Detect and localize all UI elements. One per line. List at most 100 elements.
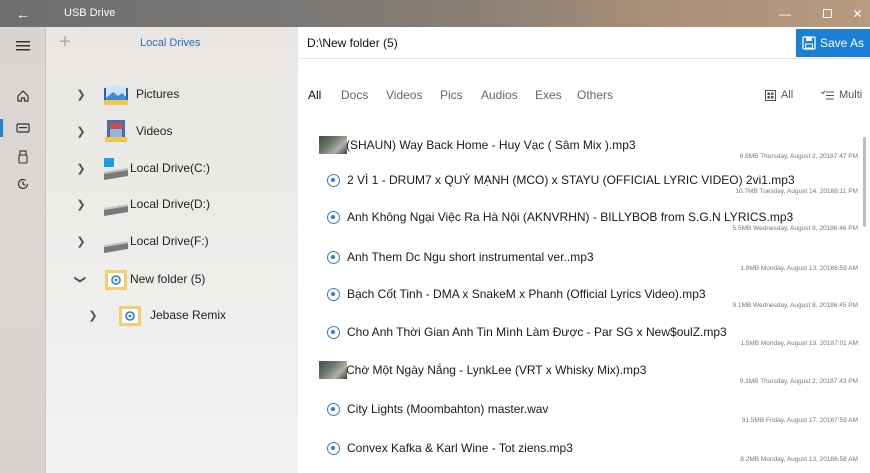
folder-icon (119, 306, 141, 326)
pictures-folder-icon (104, 86, 128, 105)
file-name: City Lights (Moombahton) master.wav (347, 402, 549, 416)
chevron-right-icon[interactable]: ❯ (86, 308, 100, 322)
file-list-pane: D:\New folder (5) Save As All Docs Video… (298, 27, 870, 473)
tree-item-label: Local Drive(D:) (130, 197, 211, 211)
current-path[interactable]: D:\New folder (5) (307, 27, 398, 59)
tree-item-jebase-remix[interactable]: ❯ Jebase Remix (46, 297, 298, 333)
select-all-toggle[interactable]: All (765, 83, 793, 107)
tree-item-label: Videos (136, 124, 173, 138)
hard-drive-icon (16, 123, 30, 133)
chevron-right-icon[interactable]: ❯ (74, 124, 88, 138)
drive-icon (104, 204, 128, 216)
file-meta: 9.6MB Thursday, August 2, 20187:47 PM (739, 153, 858, 160)
tree-item-pictures[interactable]: ❯ Pictures (46, 76, 298, 112)
audio-file-icon (327, 251, 340, 264)
tree-item-new-folder-5[interactable]: ❯ New folder (5) (46, 261, 298, 297)
file-meta: 10.7MB Tuesday, August 14, 20188:11 PM (735, 188, 858, 195)
chevron-right-icon[interactable]: ❯ (74, 161, 88, 175)
audio-file-icon (327, 174, 340, 187)
list-item[interactable]: Cho Anh Thời Gian Anh Tin Mình Làm Được … (298, 318, 870, 354)
home-icon (17, 90, 29, 102)
tree-item-drive-d[interactable]: ❯ Local Drive(D:) (46, 186, 298, 222)
tree-item-label: Pictures (136, 87, 180, 101)
tree-item-drive-f[interactable]: ❯ Local Drive(F:) (46, 223, 298, 259)
add-location-button[interactable]: + (56, 31, 74, 53)
hamburger-menu-button[interactable] (0, 33, 46, 59)
audio-file-icon (327, 326, 340, 339)
videos-folder-icon (105, 120, 127, 142)
address-bar[interactable]: D:\New folder (5) Save As (298, 27, 870, 59)
tab-pics[interactable]: Pics (440, 83, 463, 107)
list-item[interactable]: Anh Không Ngại Việc Ra Hà Nội (AKNVRHN) … (298, 203, 870, 239)
audio-file-icon (327, 288, 340, 301)
save-as-button[interactable]: Save As (796, 29, 870, 57)
multi-select-toggle[interactable]: Multi (821, 83, 862, 107)
local-drives-heading[interactable]: Local Drives (140, 27, 201, 59)
save-as-label: Save As (819, 36, 865, 50)
file-name: Bạch Cốt Tinh - DMA x SnakeM x Phanh (Of… (347, 287, 706, 301)
file-name: Chờ Một Ngày Nắng - LynkLee (VRT x Whisk… (346, 363, 647, 377)
tab-docs[interactable]: Docs (341, 83, 368, 107)
tab-exes[interactable]: Exes (535, 83, 562, 107)
list-item[interactable]: Bạch Cốt Tinh - DMA x SnakeM x Phanh (Of… (298, 280, 870, 316)
list-item[interactable]: Chờ Một Ngày Nắng - LynkLee (VRT x Whisk… (298, 356, 870, 392)
list-item[interactable]: City Lights (Moombahton) master.wav 91.5… (298, 395, 870, 431)
audio-file-icon (327, 211, 340, 224)
drive-icon (104, 241, 128, 253)
maximize-button[interactable] (810, 0, 844, 27)
tab-others[interactable]: Others (577, 83, 613, 107)
tree-item-label: Local Drive(C:) (130, 161, 211, 175)
title-bar: ← USB Drive — ✕ (0, 0, 870, 27)
close-button[interactable]: ✕ (845, 0, 870, 27)
nav-drive-button[interactable] (0, 115, 46, 141)
multi-select-label: Multi (839, 89, 863, 101)
chevron-right-icon[interactable]: ❯ (74, 234, 88, 248)
list-item[interactable]: Convex Kafka & Karl Wine - Tot ziens.mp3… (298, 434, 870, 470)
chevron-right-icon[interactable]: ❯ (74, 197, 88, 211)
nav-usb-button[interactable] (0, 144, 46, 170)
back-arrow-icon: ← (16, 5, 30, 22)
list-item[interactable]: (SHAUN) Way Back Home - Huy Vạc ( Sâm Mi… (298, 131, 870, 167)
tab-videos[interactable]: Videos (386, 83, 422, 107)
file-meta: 5.5MB Wednesday, August 8, 20186:46 PM (732, 225, 858, 232)
folder-tree-pane: + Local Drives ❯ Pictures ❯ Videos ❯ Loc… (46, 27, 298, 473)
audio-file-icon (327, 403, 340, 416)
filter-tabs: All Docs Videos Pics Audios Exes Others … (298, 83, 870, 107)
chevron-down-icon[interactable]: ❯ (74, 272, 88, 286)
audio-file-icon (327, 442, 340, 455)
tab-audios[interactable]: Audios (481, 83, 518, 107)
chevron-right-icon[interactable]: ❯ (74, 87, 88, 101)
list-item[interactable]: 2 VÌ 1 - DRUM7 x QUÝ MẠNH (MCO) x STAYU … (298, 166, 870, 202)
save-icon (802, 36, 816, 50)
file-name: Anh Không Ngại Việc Ra Hà Nội (AKNVRHN) … (347, 210, 794, 224)
minimize-icon: — (779, 6, 791, 21)
window-title: USB Drive (64, 7, 116, 19)
history-icon (17, 178, 29, 190)
tree-item-drive-c[interactable]: ❯ Local Drive(C:) (46, 150, 298, 186)
file-meta: 91.5MB Friday, August 17, 20187:59 AM (741, 417, 858, 424)
nav-recent-button[interactable] (0, 171, 46, 197)
tab-all[interactable]: All (308, 83, 321, 107)
tree-header: + Local Drives (46, 27, 298, 59)
tree-item-label: Jebase Remix (150, 308, 227, 322)
file-meta: 9.1MB Wednesday, August 8, 20186:45 PM (732, 302, 858, 309)
file-list: (SHAUN) Way Back Home - Huy Vạc ( Sâm Mi… (298, 122, 870, 473)
back-button[interactable]: ← (0, 0, 46, 27)
file-meta: 8.2MB Monday, August 13, 20186:58 AM (740, 456, 858, 463)
file-meta: 1.5MB Monday, August 13, 20187:01 AM (740, 340, 858, 347)
usb-icon (18, 150, 28, 164)
folder-icon (105, 270, 127, 290)
close-icon: ✕ (852, 6, 863, 21)
tree-item-label: Local Drive(F:) (130, 234, 209, 248)
tree-item-videos[interactable]: ❯ Videos (46, 113, 298, 149)
nav-rail (0, 27, 46, 473)
maximize-icon (822, 9, 832, 18)
nav-home-button[interactable] (0, 83, 46, 109)
list-item[interactable]: Anh Them Dc Ngu short instrumental ver..… (298, 243, 870, 279)
album-art-thumbnail (319, 136, 347, 154)
minimize-button[interactable]: — (768, 0, 802, 27)
grid-select-icon (765, 89, 776, 101)
vertical-scrollbar[interactable] (863, 137, 866, 227)
file-name: Convex Kafka & Karl Wine - Tot ziens.mp3 (347, 441, 573, 455)
multi-select-icon (821, 90, 834, 99)
